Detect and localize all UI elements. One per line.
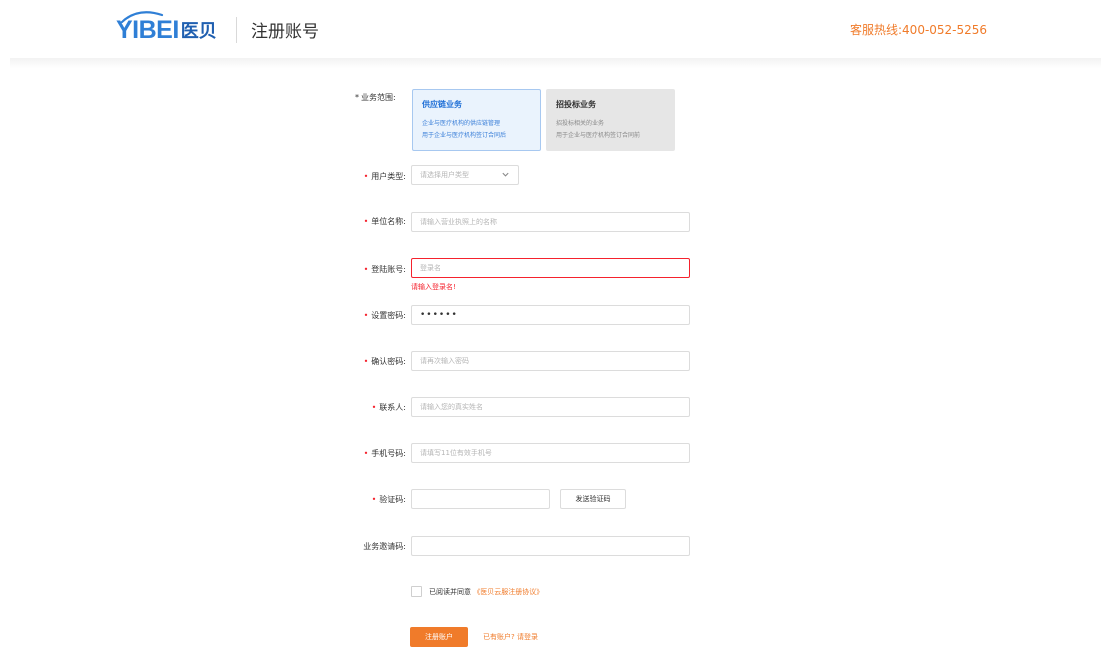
scope-card-title: 招投标业务	[556, 100, 596, 109]
login-account-label: • 登陆账号:	[363, 265, 406, 274]
user-type-label: • 用户类型:	[363, 172, 406, 181]
login-link[interactable]: 已有账户? 请登录	[483, 632, 538, 642]
invite-code-label: 业务邀请码:	[363, 542, 406, 551]
service-hotline: 客服热线:400-052-5256	[850, 23, 988, 37]
business-scope-label: * 业务范围:	[355, 93, 396, 102]
top-bar: YIBEI 医贝 注册账号 客服热线:400-052-5256	[0, 0, 1101, 58]
register-button[interactable]: 注册账户	[410, 627, 468, 647]
password-label: • 设置密码:	[363, 311, 406, 320]
scope-card-desc: 企业与医疗机构的供应链管理	[422, 120, 501, 127]
contact-input[interactable]: 请输入您的真实姓名	[411, 397, 690, 417]
org-name-input[interactable]: 请输入营业执照上的名称	[411, 212, 690, 232]
header-divider	[236, 17, 237, 43]
page-title: 注册账号	[251, 22, 319, 42]
login-account-error: 请输入登录名!	[411, 283, 456, 291]
phone-label: • 手机号码:	[363, 449, 406, 458]
confirm-password-label: • 确认密码:	[363, 357, 406, 366]
login-account-input[interactable]: 登录名	[411, 258, 690, 278]
captcha-label: • 验证码:	[371, 495, 406, 504]
confirm-password-input[interactable]: 请再次输入密码	[411, 351, 690, 371]
agreement-text: 已阅读并同意 《医贝云服注册协议》	[429, 587, 543, 597]
scope-card-desc: 招投标相关的业务	[556, 120, 605, 127]
chevron-down-icon	[502, 172, 509, 177]
invite-code-input[interactable]	[411, 536, 690, 556]
scope-card-supply-chain[interactable]: 供应链业务 企业与医疗机构的供应链管理 用于企业与医疗机构签订合同后	[412, 89, 541, 151]
phone-input[interactable]: 请填写11位有效手机号	[411, 443, 690, 463]
user-type-select[interactable]: 请选择用户类型	[411, 165, 519, 185]
agreement-link[interactable]: 《医贝云服注册协议》	[473, 588, 543, 596]
agreement-checkbox[interactable]	[411, 586, 422, 597]
password-input[interactable]: ••••••	[411, 305, 690, 325]
user-type-placeholder: 请选择用户类型	[420, 171, 469, 179]
scope-card-desc: 用于企业与医疗机构签订合同前	[556, 132, 641, 139]
contact-label: • 联系人:	[371, 403, 406, 412]
scope-card-bidding[interactable]: 招投标业务 招投标相关的业务 用于企业与医疗机构签订合同前	[546, 89, 675, 151]
agreement-prefix: 已阅读并同意	[429, 588, 471, 596]
captcha-input[interactable]	[411, 489, 550, 509]
scope-card-desc: 用于企业与医疗机构签订合同后	[422, 132, 507, 139]
scope-card-title: 供应链业务	[422, 100, 462, 109]
send-captcha-button[interactable]: 发送验证码	[560, 489, 626, 509]
logo-text-cn: 医贝	[180, 21, 217, 42]
logo[interactable]: YIBEI 医贝	[116, 11, 217, 47]
org-name-label: • 单位名称:	[363, 217, 406, 226]
logo-arc-icon	[120, 11, 164, 23]
